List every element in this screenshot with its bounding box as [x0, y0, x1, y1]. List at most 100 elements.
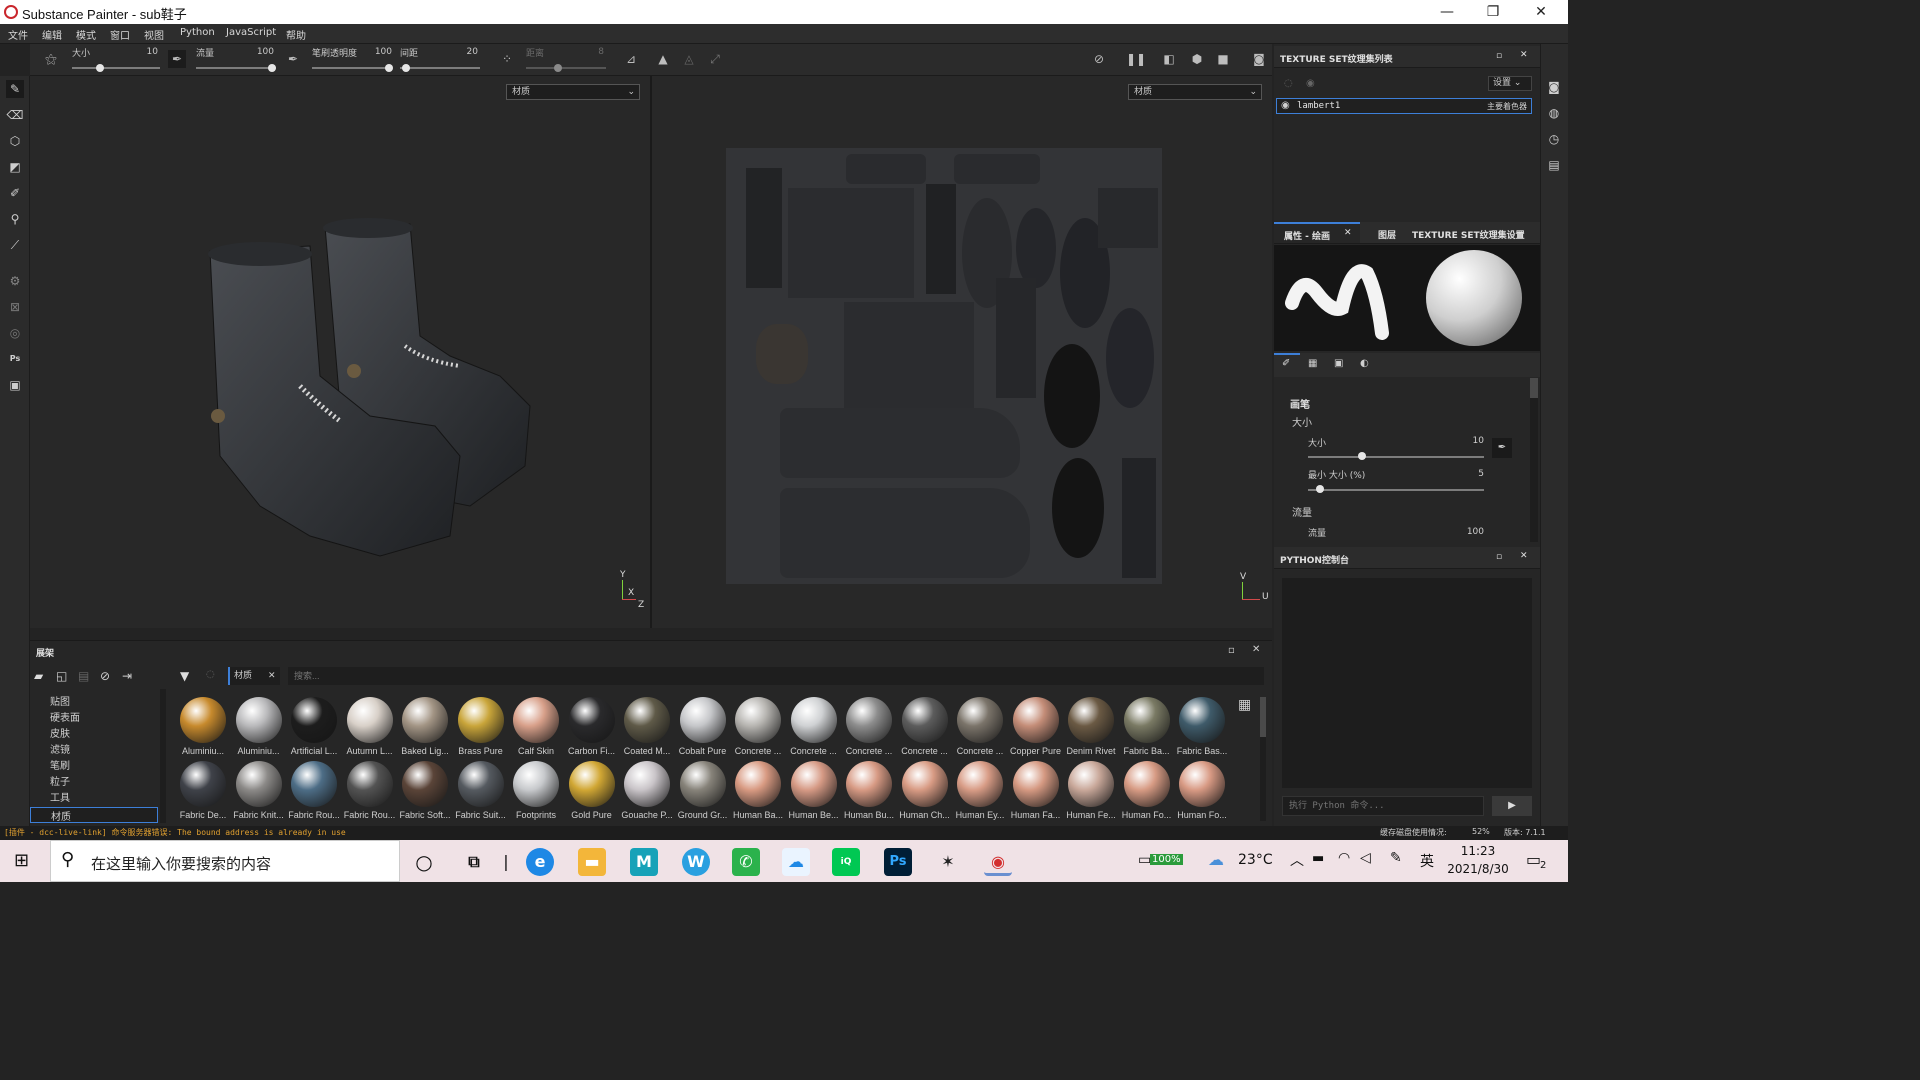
flow-slider-knob[interactable] — [268, 64, 276, 72]
close-button[interactable]: ✕ — [1518, 2, 1564, 22]
prop-min-size-slider[interactable] — [1308, 489, 1484, 491]
material-tile[interactable]: Human Fo... — [1175, 761, 1229, 820]
channel-select-2d[interactable]: 材质 ⌄ — [1128, 84, 1262, 100]
material-tile[interactable]: Concrete ... — [731, 697, 785, 756]
menu-window[interactable]: 窗口 — [110, 27, 130, 42]
material-tile[interactable]: Human Ey... — [953, 761, 1007, 820]
library-icon[interactable]: ▤ — [78, 669, 89, 683]
paint-brush-icon[interactable]: ✎ — [6, 80, 24, 98]
material-tile[interactable]: Calf Skin — [509, 697, 563, 756]
grid-view-icon[interactable]: ▦ — [1238, 697, 1251, 713]
import-icon[interactable]: ⇥ — [122, 669, 132, 683]
menu-file[interactable]: 文件 — [8, 27, 28, 42]
spacing-value[interactable]: 20 — [454, 47, 478, 57]
alignment-icon[interactable]: ⊿ — [622, 50, 640, 68]
settings-dropdown[interactable]: 设置 ⌄ — [1488, 76, 1532, 91]
symmetry-icon[interactable]: ⚝ — [42, 50, 60, 68]
wifi-icon[interactable]: ◠ — [1338, 850, 1350, 866]
pen-pressure-icon[interactable]: ✒ — [1492, 438, 1512, 458]
zbrush-icon[interactable]: ✶ — [934, 848, 962, 876]
file-explorer-icon[interactable]: ▬ — [578, 848, 606, 876]
material-tile[interactable]: Human Ba... — [731, 761, 785, 820]
export-icon[interactable]: ⊠ — [6, 298, 24, 316]
category-scrollbar[interactable] — [160, 689, 166, 823]
wps-icon[interactable]: W — [682, 848, 710, 876]
prop-flow-value[interactable]: 100 — [1450, 527, 1484, 537]
material-tile[interactable]: Fabric Rou... — [343, 761, 397, 820]
notification-icon[interactable]: ▭ — [1526, 850, 1541, 869]
pen-pressure-size-icon[interactable]: ✒ — [168, 50, 186, 68]
close-panel-icon[interactable]: ✕ — [1252, 644, 1260, 655]
close-tab-icon[interactable]: ✕ — [1344, 228, 1352, 238]
material-tile[interactable]: Fabric Rou... — [287, 761, 341, 820]
smudge-icon[interactable]: ✐ — [6, 184, 24, 202]
refresh-icon[interactable]: ◌ — [206, 669, 215, 680]
pause-icon[interactable]: ❚❚ — [1126, 50, 1146, 68]
eraser-icon[interactable]: ⌫ — [6, 106, 24, 124]
clone-stamp-icon[interactable]: ⚲ — [6, 210, 24, 228]
filter-icon[interactable]: ▼ — [180, 669, 189, 683]
material-tile[interactable]: Brass Pure — [454, 697, 508, 756]
edge-browser-icon[interactable]: e — [526, 848, 554, 876]
material-tile[interactable]: Baked Lig... — [398, 697, 452, 756]
prop-min-size-value[interactable]: 5 — [1460, 469, 1484, 479]
material-tile[interactable]: Fabric Bas... — [1175, 697, 1229, 756]
history-icon[interactable]: ◷ — [1545, 130, 1563, 148]
camera-icon[interactable]: ■ — [1214, 50, 1232, 68]
minimize-button[interactable]: — — [1424, 2, 1470, 22]
material-tile[interactable]: Fabric Suit... — [454, 761, 508, 820]
polygon-fill-icon[interactable]: ◩ — [6, 158, 24, 176]
menu-help[interactable]: 帮助 — [286, 27, 306, 42]
material-tile[interactable]: Coated M... — [620, 697, 674, 756]
pen-icon[interactable]: ✎ — [1390, 850, 1402, 866]
viewport-3d[interactable]: 材质 ⌄ Y X Z — [30, 76, 650, 628]
opacity-value[interactable]: 100 — [368, 47, 392, 57]
tray-chevron-icon[interactable]: ︿ — [1290, 850, 1304, 870]
tab-layers[interactable]: 图层 — [1378, 228, 1396, 241]
menu-view[interactable]: 视图 — [144, 27, 164, 42]
material-tile[interactable]: Autumn L... — [343, 697, 397, 756]
category-textures[interactable]: 贴图 — [50, 693, 168, 709]
close-panel-icon[interactable]: ✕ — [1520, 50, 1528, 60]
transform-icon[interactable]: ⤢ — [706, 50, 724, 68]
stencil-tab-icon[interactable]: ▣ — [1334, 358, 1343, 369]
run-python-button[interactable]: ▶ — [1492, 796, 1532, 816]
channel-select-3d[interactable]: 材质 ⌄ — [506, 84, 640, 100]
float-panel-icon[interactable]: ▫ — [1496, 51, 1502, 61]
maya-icon[interactable]: M — [630, 848, 658, 876]
menu-edit[interactable]: 编辑 — [42, 27, 62, 42]
size-slider-knob[interactable] — [96, 64, 104, 72]
shelf-scrollbar[interactable] — [1260, 697, 1266, 821]
material-tile[interactable]: Fabric Knit... — [232, 761, 286, 820]
distance-slider-knob[interactable] — [554, 64, 562, 72]
category-hard-surfaces[interactable]: 硬表面 — [50, 709, 168, 725]
material-tile[interactable]: Concrete ... — [898, 697, 952, 756]
pen-pressure-flow-icon[interactable]: ✒ — [284, 50, 302, 68]
color-picker-icon[interactable]: ⟋ — [6, 236, 24, 254]
dcc-link-icon[interactable]: ◎ — [6, 324, 24, 342]
material-tile[interactable]: Artificial L... — [287, 697, 341, 756]
material-tile[interactable]: Denim Rivet — [1064, 697, 1118, 756]
category-tools[interactable]: 工具 — [50, 789, 168, 805]
split-view-icon[interactable]: ◧ — [1160, 50, 1178, 68]
category-filters[interactable]: 滤镜 — [50, 741, 168, 757]
material-tile[interactable]: Ground Gr... — [676, 761, 730, 820]
projection-icon[interactable]: ⬡ — [6, 132, 24, 150]
menu-javascript[interactable]: JavaScript — [226, 27, 276, 38]
category-skin[interactable]: 皮肤 — [50, 725, 168, 741]
float-panel-icon[interactable]: ▫ — [1228, 645, 1235, 656]
menu-mode[interactable]: 模式 — [76, 27, 96, 42]
lazy-mouse-icon[interactable]: ⁘ — [498, 50, 516, 68]
task-view-icon[interactable]: ⧉ — [460, 848, 488, 876]
wechat-icon[interactable]: ✆ — [732, 848, 760, 876]
size-slider[interactable] — [72, 67, 160, 69]
prop-min-size-slider-knob[interactable] — [1316, 485, 1324, 493]
filter-tag-materials[interactable]: 材质 ✕ — [228, 667, 280, 685]
plugin-icon[interactable]: ▣ — [6, 376, 24, 394]
material-tile[interactable]: Carbon Fi... — [565, 697, 619, 756]
folder-icon[interactable]: ▰ — [34, 669, 43, 683]
visibility-icon[interactable]: ◉ — [1281, 100, 1290, 111]
clock-time[interactable]: 11:23 — [1448, 844, 1508, 858]
flow-value[interactable]: 100 — [250, 47, 274, 57]
spacing-slider[interactable] — [400, 67, 480, 69]
